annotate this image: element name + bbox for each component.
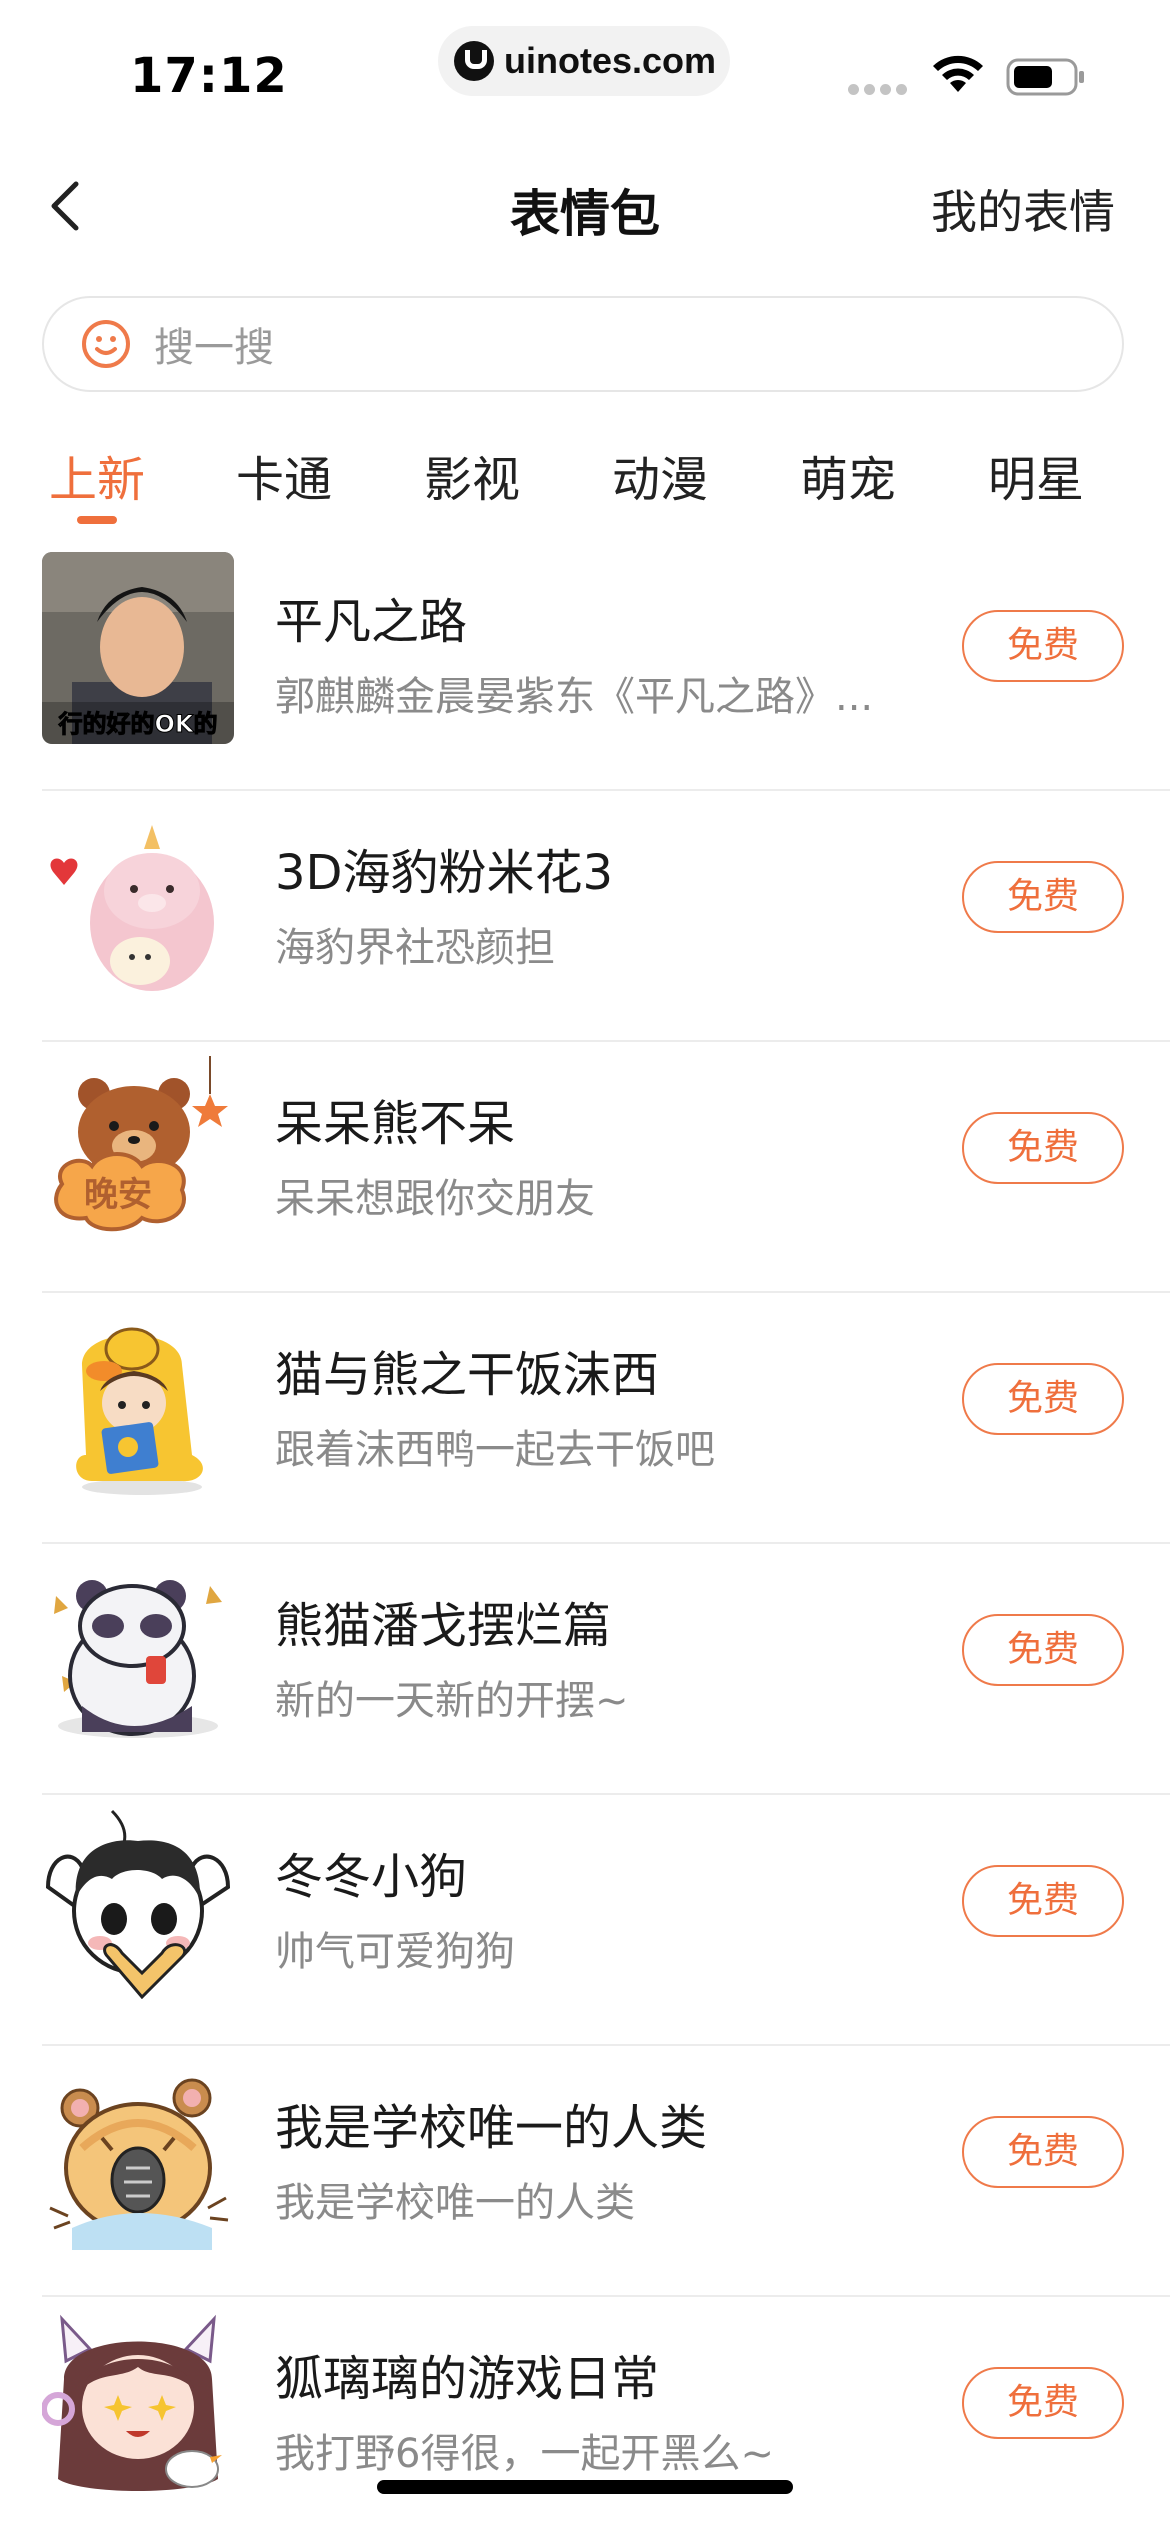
status-bar: 17:12 uinotes.com (0, 0, 1170, 130)
pack-subtitle: 我打野6得很，一起开黑么~ (275, 2431, 774, 2477)
screen: 17:12 uinotes.com 表情包 我的表情 搜一搜 上新 卡通 影视 … (0, 0, 1170, 2532)
pack-thumbnail (42, 1807, 234, 1999)
url-pill[interactable]: uinotes.com (438, 26, 730, 96)
pack-subtitle: 我是学校唯一的人类 (275, 2180, 635, 2226)
pack-thumbnail (42, 1305, 234, 1497)
my-stickers-link[interactable]: 我的表情 (931, 176, 1115, 242)
pack-title: 狐璃璃的游戏日常 (275, 2351, 660, 2407)
list-item[interactable]: 行的好的OK的 平凡之路 郭麒麟金晨晏紫东《平凡之路》... 免费 (0, 540, 1170, 791)
pack-title: 3D海豹粉米花3 (275, 845, 614, 901)
tab-pets[interactable]: 萌宠 (768, 440, 928, 510)
tab-film[interactable]: 影视 (392, 440, 552, 510)
pack-title: 熊猫潘戈摆烂篇 (275, 1598, 612, 1654)
pack-thumbnail (42, 1556, 234, 1748)
thumb-caption: 行的好的OK的 (58, 710, 218, 738)
nav-bar: 表情包 我的表情 (0, 150, 1170, 260)
sticker-pack-list: 行的好的OK的 平凡之路 郭麒麟金晨晏紫东《平凡之路》... 免费 3D海豹粉米… (0, 540, 1170, 2532)
list-item[interactable]: 我是学校唯一的人类 我是学校唯一的人类 免费 (0, 2046, 1170, 2297)
free-button[interactable]: 免费 (962, 1363, 1124, 1435)
pack-subtitle: 郭麒麟金晨晏紫东《平凡之路》... (275, 674, 874, 720)
tab-anime[interactable]: 动漫 (580, 440, 740, 510)
pack-subtitle: 海豹界社恐颜担 (275, 925, 555, 971)
category-tabs: 上新 卡通 影视 动漫 萌宠 明星 (0, 430, 1170, 530)
free-button[interactable]: 免费 (962, 1112, 1124, 1184)
status-time: 17:12 (130, 48, 288, 104)
list-item[interactable]: 熊猫潘戈摆烂篇 新的一天新的开摆~ 免费 (0, 1544, 1170, 1795)
list-item[interactable]: 狐璃璃的游戏日常 我打野6得很，一起开黑么~ 免费 (0, 2297, 1170, 2532)
pack-thumbnail: 行的好的OK的 (42, 552, 234, 744)
active-tab-indicator (77, 516, 117, 524)
smile-icon (82, 320, 130, 368)
free-button[interactable]: 免费 (962, 2116, 1124, 2188)
tab-new[interactable]: 上新 (17, 440, 177, 510)
home-indicator[interactable] (377, 2480, 793, 2494)
thumb-caption: 晚安 (84, 1175, 152, 1215)
free-button[interactable]: 免费 (962, 2367, 1124, 2439)
battery-icon (1006, 58, 1084, 96)
pack-subtitle: 帅气可爱狗狗 (275, 1929, 515, 1975)
free-button[interactable]: 免费 (962, 1865, 1124, 1937)
free-button[interactable]: 免费 (962, 610, 1124, 682)
list-item[interactable]: 3D海豹粉米花3 海豹界社恐颜担 免费 (0, 791, 1170, 1042)
url-text: uinotes.com (504, 40, 717, 81)
pack-thumbnail (42, 2058, 234, 2250)
pack-thumbnail (42, 803, 234, 995)
cellular-signal-icon (848, 84, 907, 95)
wifi-icon (933, 55, 983, 92)
pack-subtitle: 新的一天新的开摆~ (275, 1678, 629, 1724)
tab-cartoon[interactable]: 卡通 (204, 440, 364, 510)
pack-title: 猫与熊之干饭沫西 (275, 1347, 660, 1403)
search-placeholder: 搜一搜 (154, 325, 274, 371)
site-logo-icon (454, 41, 494, 81)
pack-title: 平凡之路 (275, 594, 468, 650)
pack-thumbnail (42, 2309, 234, 2501)
search-input[interactable]: 搜一搜 (42, 296, 1124, 392)
free-button[interactable]: 免费 (962, 861, 1124, 933)
list-item[interactable]: 猫与熊之干饭沫西 跟着沫西鸭一起去干饭吧 免费 (0, 1293, 1170, 1544)
pack-subtitle: 呆呆想跟你交朋友 (275, 1176, 595, 1222)
free-button[interactable]: 免费 (962, 1614, 1124, 1686)
list-item[interactable]: 晚安 呆呆熊不呆 呆呆想跟你交朋友 免费 (0, 1042, 1170, 1293)
pack-title: 呆呆熊不呆 (275, 1096, 516, 1152)
list-item[interactable]: 冬冬小狗 帅气可爱狗狗 免费 (0, 1795, 1170, 2046)
pack-title: 冬冬小狗 (275, 1849, 468, 1905)
pack-title: 我是学校唯一的人类 (275, 2100, 708, 2156)
pack-thumbnail: 晚安 (42, 1054, 234, 1246)
tab-celebrity[interactable]: 明星 (956, 440, 1116, 510)
pack-subtitle: 跟着沫西鸭一起去干饭吧 (275, 1427, 715, 1473)
